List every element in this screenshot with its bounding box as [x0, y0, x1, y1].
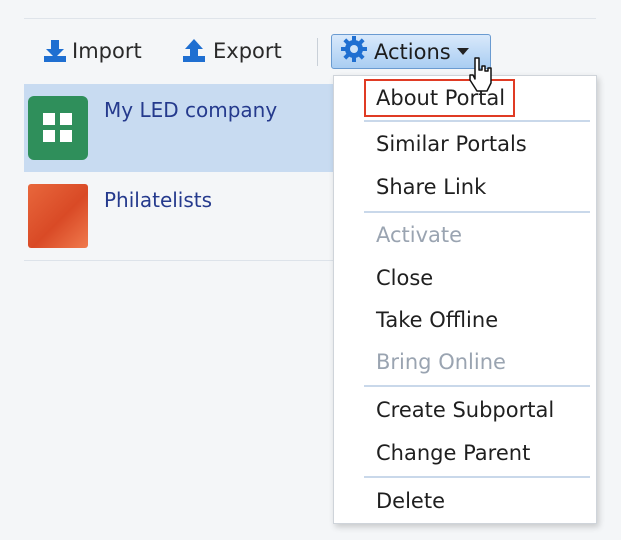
- menu-item-activate: Activate: [376, 223, 463, 247]
- top-divider: [24, 18, 596, 19]
- download-icon: [42, 38, 68, 64]
- export-button[interactable]: Export: [181, 36, 282, 66]
- toolbar-separator: [317, 38, 318, 66]
- gear-icon: [340, 35, 368, 68]
- menu-item-similar-portals[interactable]: Similar Portals: [376, 132, 527, 156]
- menu-item-delete[interactable]: Delete: [376, 489, 445, 513]
- upload-icon: [181, 38, 207, 64]
- toolbar: Import Export Actions: [0, 30, 621, 78]
- menu-separator: [364, 120, 590, 122]
- menu-separator: [364, 211, 590, 213]
- import-label: Import: [72, 39, 142, 63]
- menu-item-close[interactable]: Close: [376, 266, 433, 290]
- menu-item-bring-online: Bring Online: [376, 350, 506, 374]
- menu-item-take-offline[interactable]: Take Offline: [376, 308, 498, 332]
- menu-separator: [364, 476, 590, 478]
- menu-item-change-parent[interactable]: Change Parent: [376, 441, 530, 465]
- menu-separator: [364, 385, 590, 387]
- portal-icon: [28, 96, 88, 160]
- import-button[interactable]: Import: [42, 36, 142, 66]
- export-label: Export: [213, 39, 282, 63]
- menu-item-share-link[interactable]: Share Link: [376, 175, 486, 199]
- actions-menu: About Portal Similar Portals Share Link …: [333, 75, 597, 524]
- actions-label: Actions: [374, 39, 451, 64]
- chevron-down-icon: [456, 48, 469, 55]
- menu-item-create-subportal[interactable]: Create Subportal: [376, 398, 554, 422]
- mouse-cursor-icon: [466, 56, 496, 100]
- portal-thumbnail: [28, 184, 88, 248]
- portal-title-link[interactable]: Philatelists: [104, 188, 212, 212]
- portal-title-link[interactable]: My LED company: [104, 98, 277, 122]
